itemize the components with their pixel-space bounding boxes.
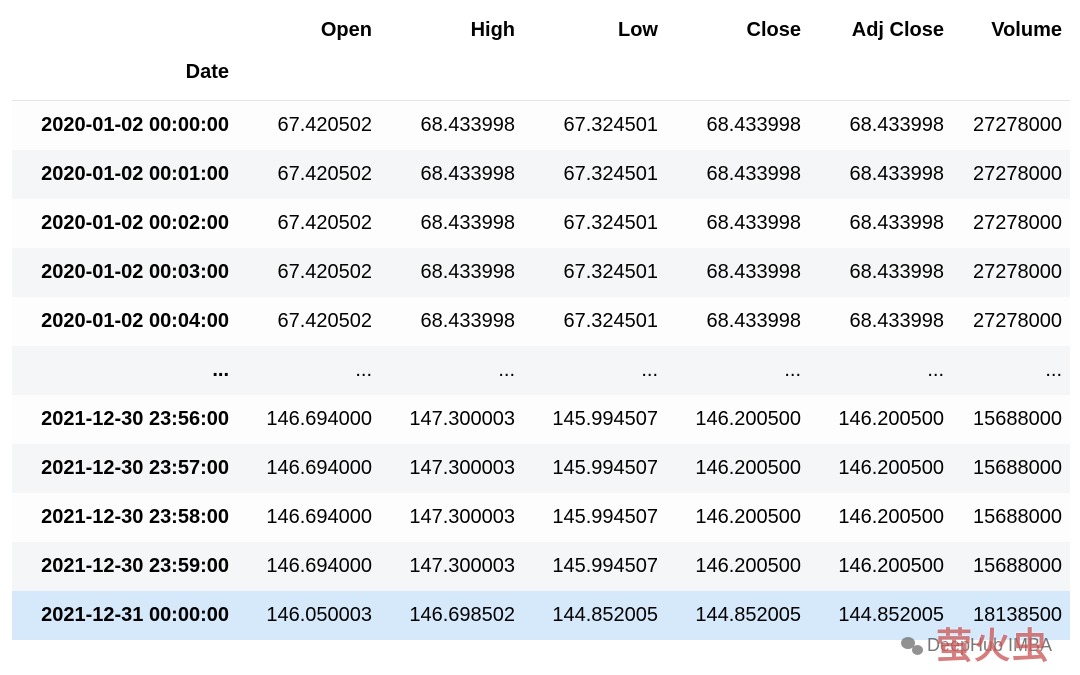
table-row: 2021-12-31 00:00:00146.050003146.6985021…: [12, 591, 1070, 640]
row-cell-vol: 15688000: [952, 395, 1070, 444]
row-date: 2021-12-30 23:58:00: [12, 493, 237, 542]
row-cell-high: 147.300003: [380, 493, 523, 542]
row-date: 2021-12-31 00:00:00: [12, 591, 237, 640]
row-date: 2021-12-30 23:57:00: [12, 444, 237, 493]
row-cell-high: 68.433998: [380, 150, 523, 199]
row-cell: ...: [666, 346, 809, 395]
row-cell-vol: 27278000: [952, 101, 1070, 151]
row-cell-vol: 18138500: [952, 591, 1070, 640]
row-cell-open: 146.694000: [237, 493, 380, 542]
row-cell-high: 68.433998: [380, 199, 523, 248]
row-cell-close: 146.200500: [666, 395, 809, 444]
row-cell-adj: 146.200500: [809, 542, 952, 591]
row-cell-open: 67.420502: [237, 199, 380, 248]
index-label: Date: [12, 55, 237, 101]
row-cell-low: 67.324501: [523, 297, 666, 346]
row-cell-close: 146.200500: [666, 493, 809, 542]
table-row: 2021-12-30 23:58:00146.694000147.3000031…: [12, 493, 1070, 542]
row-cell-adj: 146.200500: [809, 395, 952, 444]
col-volume: Volume: [952, 6, 1070, 55]
row-cell-open: 146.694000: [237, 444, 380, 493]
row-cell-low: 145.994507: [523, 493, 666, 542]
row-cell-high: 147.300003: [380, 444, 523, 493]
row-cell-close: 68.433998: [666, 297, 809, 346]
row-cell-open: 67.420502: [237, 150, 380, 199]
row-cell-high: 146.698502: [380, 591, 523, 640]
table-row: 2020-01-02 00:00:0067.42050268.43399867.…: [12, 101, 1070, 151]
row-cell-open: 146.694000: [237, 395, 380, 444]
row-cell-open: 146.694000: [237, 542, 380, 591]
row-date: 2020-01-02 00:02:00: [12, 199, 237, 248]
table-row: .....................: [12, 346, 1070, 395]
col-open: Open: [237, 6, 380, 55]
row-cell-high: 147.300003: [380, 542, 523, 591]
table-row: 2020-01-02 00:01:0067.42050268.43399867.…: [12, 150, 1070, 199]
row-cell-vol: 27278000: [952, 150, 1070, 199]
table-row: 2021-12-30 23:56:00146.694000147.3000031…: [12, 395, 1070, 444]
row-cell-vol: 15688000: [952, 542, 1070, 591]
row-cell-vol: 27278000: [952, 248, 1070, 297]
row-cell-close: 144.852005: [666, 591, 809, 640]
table-row: 2020-01-02 00:02:0067.42050268.43399867.…: [12, 199, 1070, 248]
col-low: Low: [523, 6, 666, 55]
row-cell-adj: 146.200500: [809, 444, 952, 493]
row-cell: ...: [380, 346, 523, 395]
row-cell-adj: 146.200500: [809, 493, 952, 542]
row-cell-open: 67.420502: [237, 297, 380, 346]
row-cell-low: 67.324501: [523, 248, 666, 297]
row-cell: ...: [809, 346, 952, 395]
row-cell-adj: 68.433998: [809, 101, 952, 151]
row-cell: ...: [952, 346, 1070, 395]
row-date: 2021-12-30 23:59:00: [12, 542, 237, 591]
row-cell-close: 146.200500: [666, 542, 809, 591]
row-cell-vol: 27278000: [952, 199, 1070, 248]
row-cell-close: 68.433998: [666, 150, 809, 199]
row-cell-high: 68.433998: [380, 101, 523, 151]
row-cell-close: 68.433998: [666, 199, 809, 248]
table-row: 2021-12-30 23:59:00146.694000147.3000031…: [12, 542, 1070, 591]
row-cell-open: 67.420502: [237, 248, 380, 297]
row-cell-open: 146.050003: [237, 591, 380, 640]
col-adjclose: Adj Close: [809, 6, 952, 55]
dataframe-table: Open High Low Close Adj Close Volume Dat…: [12, 6, 1070, 640]
row-date: ...: [12, 346, 237, 395]
row-cell: ...: [237, 346, 380, 395]
row-cell-adj: 68.433998: [809, 297, 952, 346]
row-cell-adj: 68.433998: [809, 199, 952, 248]
row-date: 2020-01-02 00:03:00: [12, 248, 237, 297]
row-cell-low: 144.852005: [523, 591, 666, 640]
row-cell-vol: 15688000: [952, 493, 1070, 542]
row-cell-high: 68.433998: [380, 297, 523, 346]
row-cell-low: 145.994507: [523, 395, 666, 444]
col-high: High: [380, 6, 523, 55]
header-blank: [12, 6, 237, 55]
table-row: 2021-12-30 23:57:00146.694000147.3000031…: [12, 444, 1070, 493]
row-cell-adj: 68.433998: [809, 248, 952, 297]
row-date: 2020-01-02 00:01:00: [12, 150, 237, 199]
row-cell-low: 67.324501: [523, 150, 666, 199]
row-cell-adj: 68.433998: [809, 150, 952, 199]
row-date: 2020-01-02 00:04:00: [12, 297, 237, 346]
row-cell-low: 145.994507: [523, 542, 666, 591]
row-cell-close: 68.433998: [666, 101, 809, 151]
row-cell-high: 68.433998: [380, 248, 523, 297]
row-cell-open: 67.420502: [237, 101, 380, 151]
row-date: 2021-12-30 23:56:00: [12, 395, 237, 444]
row-cell-low: 67.324501: [523, 199, 666, 248]
row-cell: ...: [523, 346, 666, 395]
row-cell-vol: 27278000: [952, 297, 1070, 346]
row-cell-low: 67.324501: [523, 101, 666, 151]
table-row: 2020-01-02 00:03:0067.42050268.43399867.…: [12, 248, 1070, 297]
row-cell-high: 147.300003: [380, 395, 523, 444]
row-cell-vol: 15688000: [952, 444, 1070, 493]
col-close: Close: [666, 6, 809, 55]
row-cell-adj: 144.852005: [809, 591, 952, 640]
table-row: 2020-01-02 00:04:0067.42050268.43399867.…: [12, 297, 1070, 346]
row-cell-close: 68.433998: [666, 248, 809, 297]
row-cell-low: 145.994507: [523, 444, 666, 493]
row-date: 2020-01-02 00:00:00: [12, 101, 237, 151]
row-cell-close: 146.200500: [666, 444, 809, 493]
